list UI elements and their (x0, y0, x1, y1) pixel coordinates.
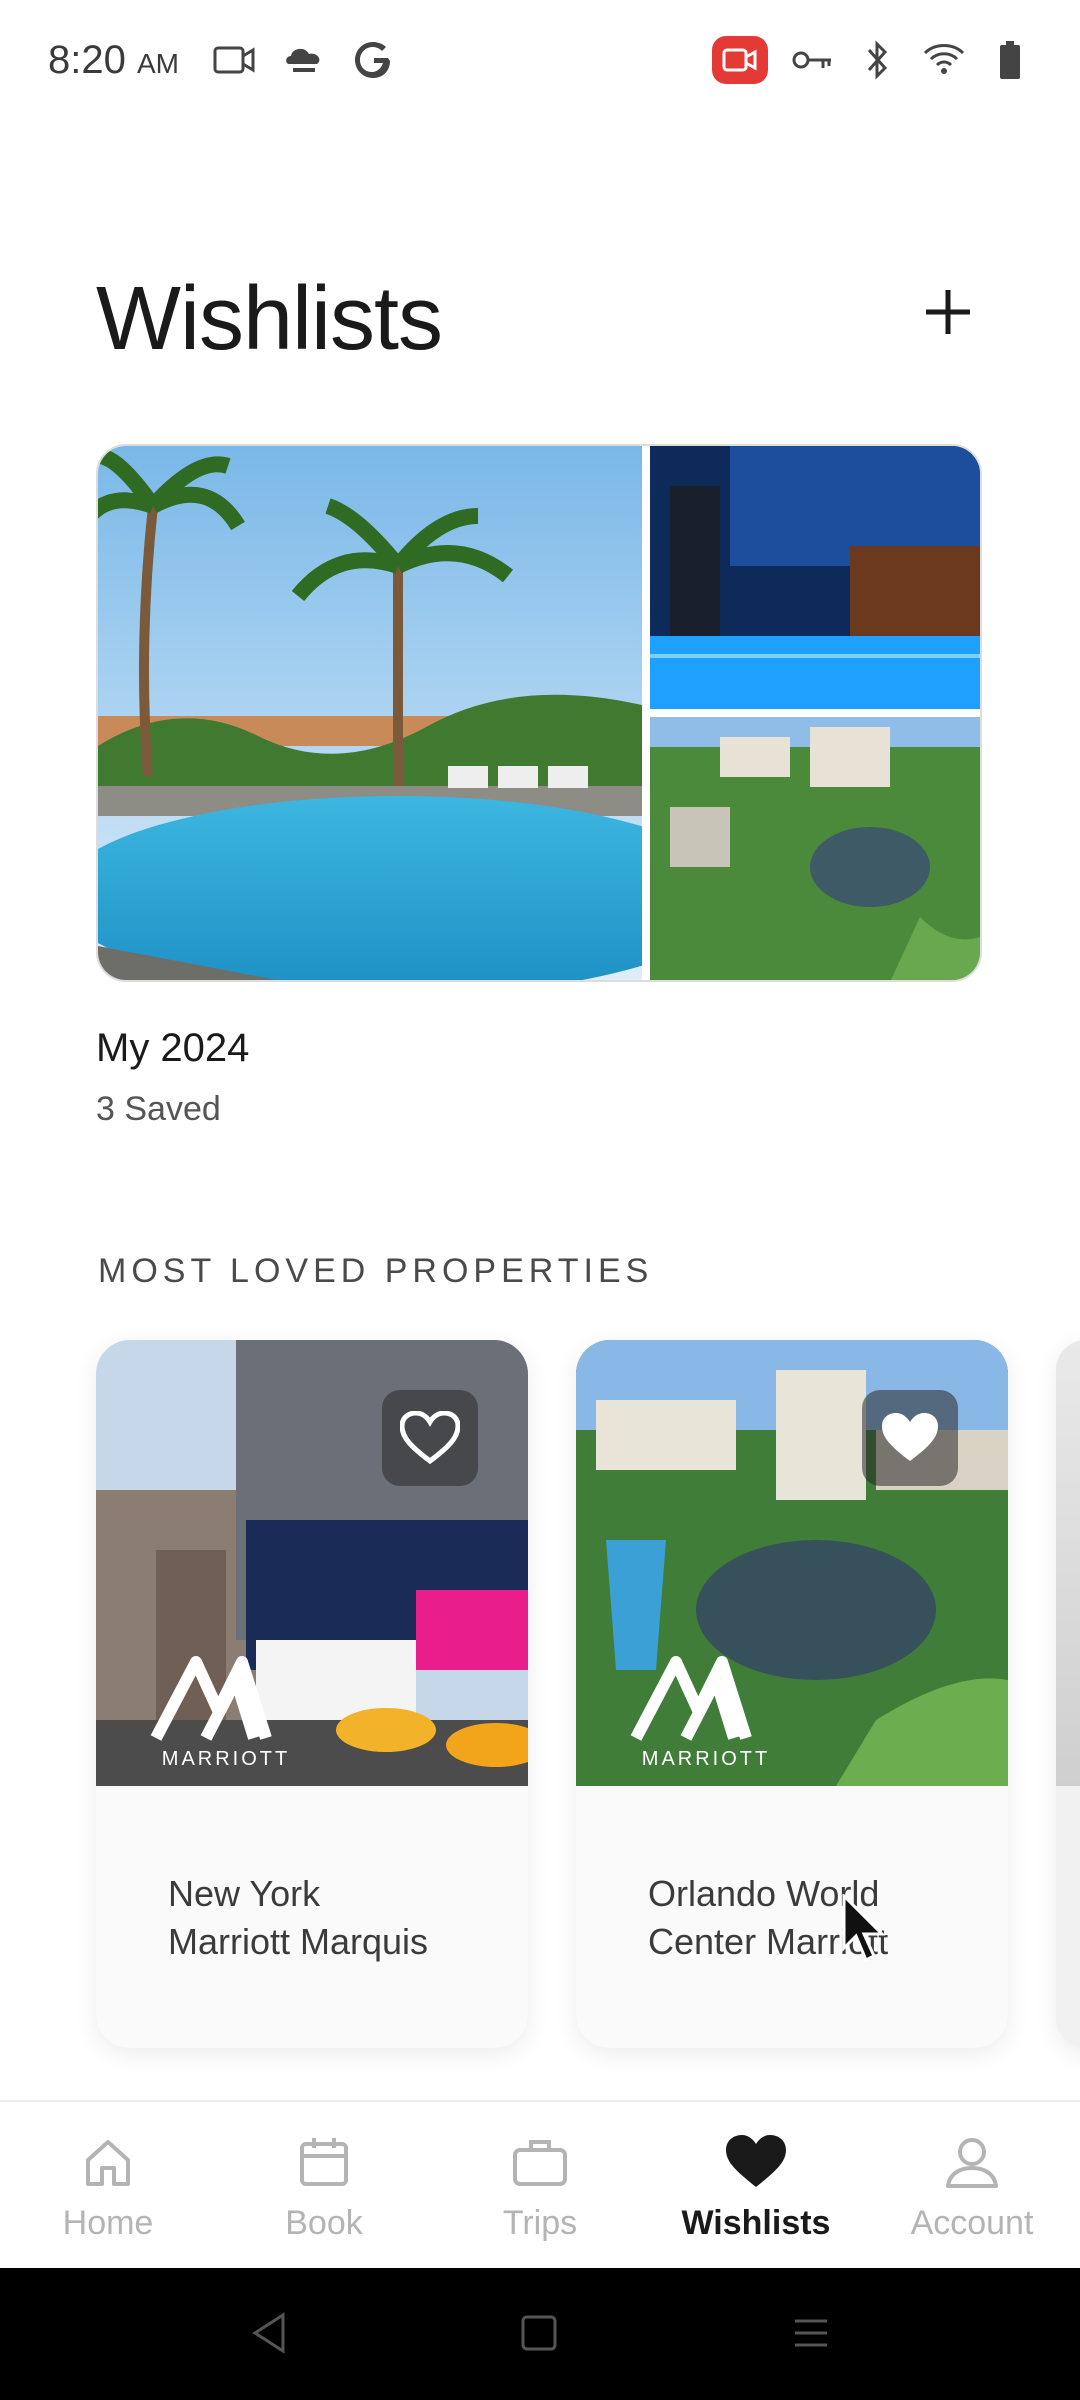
heart-icon (726, 2132, 786, 2192)
page-title: Wishlists (96, 269, 443, 369)
marriott-logo: MARRIOTT (146, 1650, 326, 1770)
calendar-icon (294, 2132, 354, 2192)
section-title: MOST LOVED PROPERTIES (98, 1252, 654, 1290)
wifi-icon (922, 38, 966, 82)
svg-text:MARRIOTT: MARRIOTT (642, 1748, 770, 1770)
bottom-nav: Home Book Trips Wishlists Account (0, 2100, 1080, 2268)
mouse-cursor-icon (842, 1892, 886, 1964)
wishlist-collage[interactable] (96, 444, 982, 982)
heart-outline-icon (400, 1411, 460, 1465)
marriott-logo: MARRIOTT (626, 1650, 806, 1770)
tab-wishlists[interactable]: Wishlists (648, 2102, 864, 2268)
wishlist-name[interactable]: My 2024 (96, 1026, 249, 1071)
home-icon (78, 2132, 138, 2192)
night-pool-image (650, 446, 980, 709)
property-name: Orlando World Center Marriott (648, 1873, 889, 1962)
resort-aerial-image (650, 717, 980, 980)
status-time: 8:20 AM (48, 38, 179, 82)
heart-filled-icon (882, 1413, 938, 1461)
video-call-icon (212, 38, 256, 82)
back-icon[interactable] (244, 2308, 294, 2358)
property-photo (1056, 1340, 1080, 1786)
favorite-button[interactable] (382, 1390, 478, 1486)
tab-trips[interactable]: Trips (432, 2102, 648, 2268)
google-icon (352, 38, 396, 82)
svg-text:MARRIOTT: MARRIOTT (162, 1748, 290, 1770)
screen-record-icon (712, 36, 768, 84)
property-name: New York Marriott Marquis (168, 1873, 429, 1962)
system-nav-bar (0, 2268, 1080, 2400)
battery-icon (988, 38, 1032, 82)
property-card[interactable]: MARRIOTT New York Marriott Marquis (96, 1340, 528, 2048)
briefcase-icon (510, 2132, 570, 2192)
plus-icon (926, 290, 970, 334)
home-button-icon[interactable] (514, 2308, 564, 2358)
vpn-key-icon (790, 38, 834, 82)
status-bar: 8:20 AM (0, 0, 1080, 120)
property-card[interactable]: MARRIOTT Orlando World Center Marriott (576, 1340, 1008, 2048)
favorite-button[interactable] (862, 1390, 958, 1486)
wishlist-count: 3 Saved (96, 1090, 221, 1128)
tab-account[interactable]: Account (864, 2102, 1080, 2268)
person-icon (942, 2132, 1002, 2192)
tab-home[interactable]: Home (0, 2102, 216, 2268)
property-card-partial[interactable] (1056, 1340, 1080, 2048)
cloud-sync-icon (282, 38, 326, 82)
add-wishlist-button[interactable] (916, 280, 980, 344)
pool-palms-image (98, 446, 642, 980)
tab-book[interactable]: Book (216, 2102, 432, 2268)
recents-menu-icon[interactable] (786, 2308, 836, 2358)
bluetooth-icon (856, 38, 900, 82)
